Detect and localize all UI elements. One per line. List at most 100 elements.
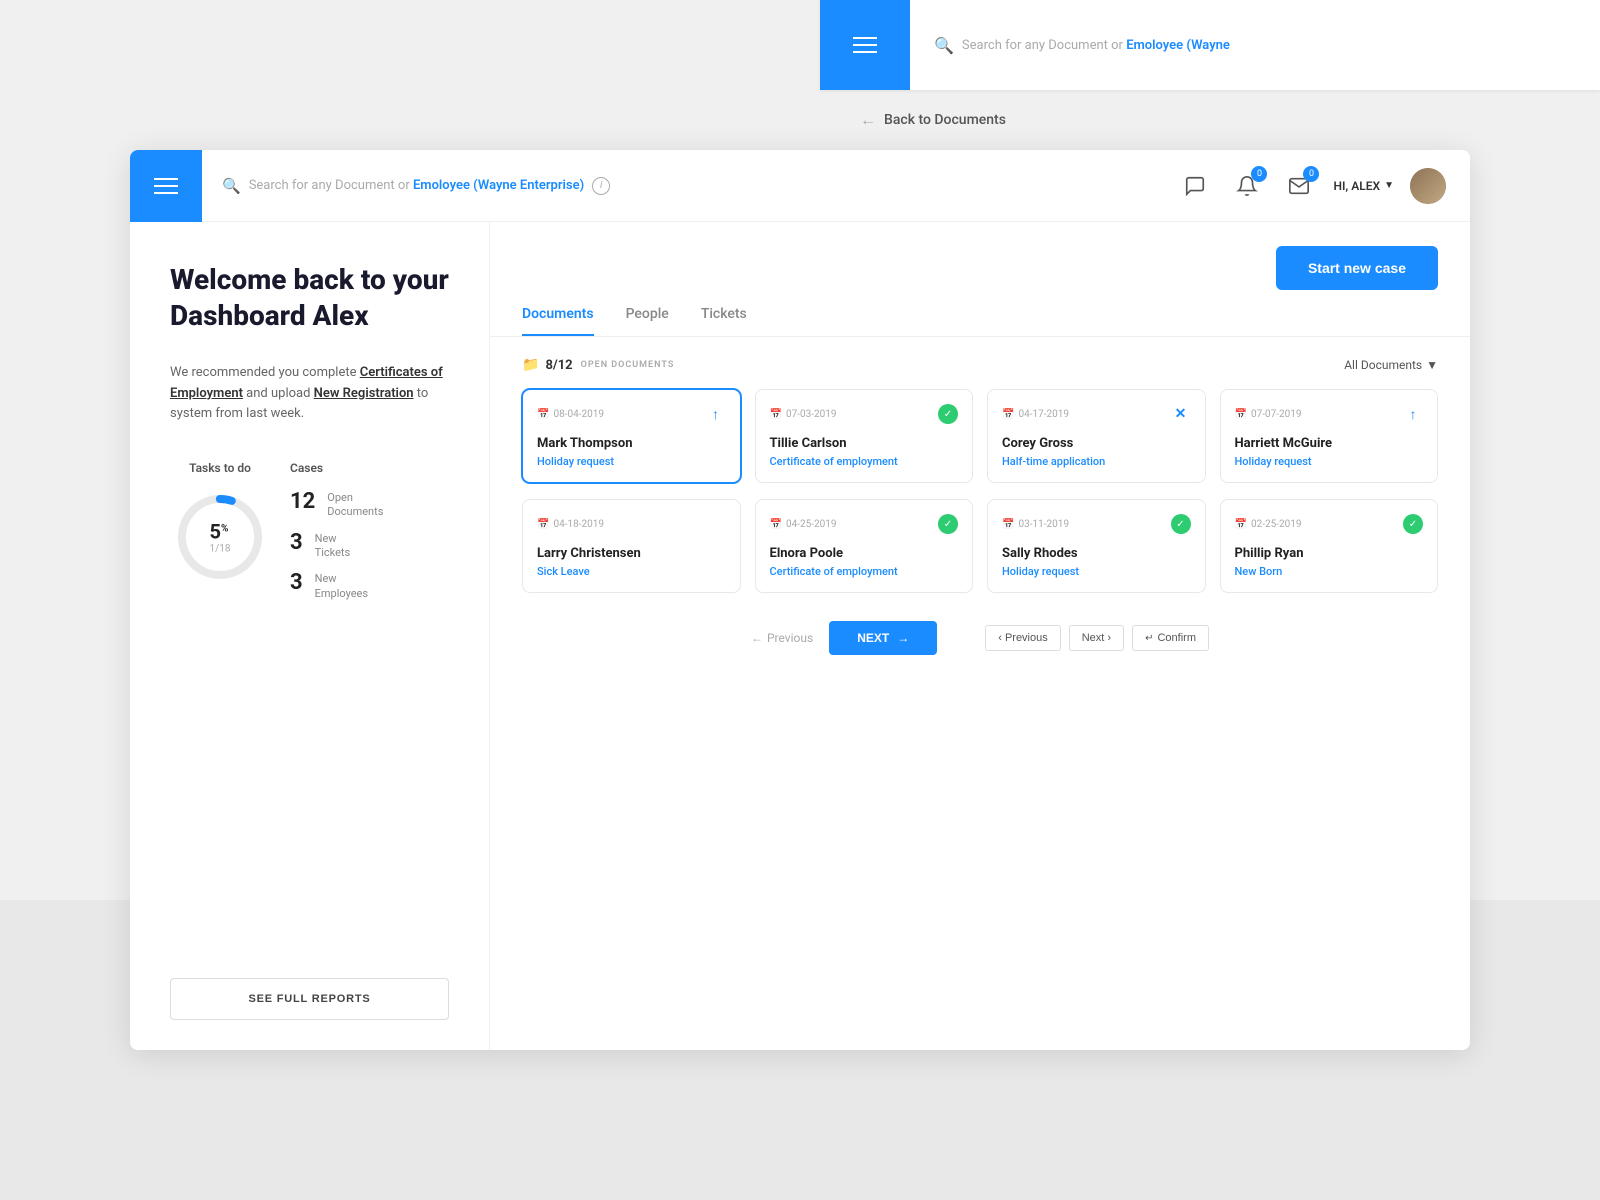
doc-card-corey-gross[interactable]: 📅 04-17-2019 ✕ Corey Gross Half-time app… — [987, 389, 1206, 483]
previous-link[interactable]: ← Previous — [751, 631, 813, 645]
pagination-row: ← Previous NEXT → ‹ Previous Next — [522, 609, 1438, 671]
search-bar[interactable]: 🔍 Search for any Document or Emoloyee (W… — [202, 177, 1153, 195]
info-icon[interactable]: i — [592, 177, 610, 195]
search-icon: 🔍 — [934, 36, 954, 55]
arrow-right-icon: › — [1107, 632, 1111, 644]
card-date: 📅 08-04-2019 — [537, 409, 604, 420]
user-menu[interactable]: HI, ALEX ▼ — [1333, 179, 1394, 193]
main-window: 🔍 Search for any Document or Emoloyee (W… — [130, 150, 1470, 1050]
upload-icon: ↑ — [1403, 404, 1423, 424]
doc-card-sally-rhodes[interactable]: 📅 03-11-2019 ✓ Sally Rhodes Holiday requ… — [987, 499, 1206, 593]
new-registration-link[interactable]: New Registration — [314, 386, 414, 401]
notifications-button[interactable]: 0 — [1229, 168, 1265, 204]
folder-icon: 📁 — [522, 357, 539, 373]
cards-row-2: 📅 04-18-2019 Larry Christensen Sick Leav… — [522, 499, 1438, 593]
doc-card-mark-thompson[interactable]: 📅 08-04-2019 ↑ Mark Thompson Holiday req… — [522, 389, 741, 483]
hamburger-icon — [154, 178, 178, 194]
docs-header: 📁 8/12 OPEN DOCUMENTS All Documents ▼ — [522, 357, 1438, 373]
card-type: Holiday request — [537, 455, 726, 468]
new-employees-stat: 3 New Employees — [290, 572, 449, 601]
check-icon: ✓ — [938, 514, 958, 534]
tasks-label: Tasks to do — [189, 461, 251, 475]
search-icon: 🔍 — [222, 177, 241, 195]
card-type: New Born — [1235, 565, 1424, 578]
open-docs-count: 12 — [290, 491, 315, 513]
tab-tickets[interactable]: Tickets — [701, 306, 747, 336]
card-name: Phillip Ryan — [1235, 546, 1424, 561]
doc-card-elnora-poole[interactable]: 📅 04-25-2019 ✓ Elnora Poole Certificate … — [755, 499, 974, 593]
check-icon: ✓ — [938, 404, 958, 424]
docs-count: 8/12 — [545, 358, 572, 373]
enter-icon: ↵ — [1145, 633, 1153, 644]
upload-icon: ↑ — [706, 404, 726, 424]
new-tickets-count: 3 — [290, 532, 303, 554]
arrow-left-icon: ← — [860, 110, 876, 130]
bell-badge: 0 — [1251, 166, 1267, 182]
card-type: Holiday request — [1235, 455, 1424, 468]
back-search-area[interactable]: 🔍 Search for any Document or Emoloyee (W… — [910, 36, 1600, 55]
arrow-left-icon: ← — [751, 631, 763, 645]
doc-card-tillie-carlson[interactable]: 📅 07-03-2019 ✓ Tillie Carlson Certificat… — [755, 389, 974, 483]
card-name: Harriett McGuire — [1235, 436, 1424, 451]
back-search-text: Search for any Document or Emoloyee (Way… — [962, 38, 1230, 53]
chevron-down-icon: ▼ — [1384, 180, 1394, 191]
doc-card-larry-christensen[interactable]: 📅 04-18-2019 Larry Christensen Sick Leav… — [522, 499, 741, 593]
back-to-documents[interactable]: ← Back to Documents — [860, 110, 1006, 130]
card-type: Sick Leave — [537, 565, 726, 578]
prev2-button[interactable]: ‹ Previous — [985, 625, 1061, 651]
welcome-title: Welcome back to your Dashboard Alex — [170, 262, 449, 335]
card-date: 📅 04-17-2019 — [1002, 409, 1069, 420]
card-type: Certificate of employment — [770, 455, 959, 468]
donut-chart: 5% 1/18 — [170, 487, 270, 587]
cases-label: Cases — [290, 461, 449, 475]
start-new-case-button[interactable]: Start new case — [1276, 246, 1438, 290]
new-tickets-stat: 3 New Tickets — [290, 532, 449, 561]
doc-card-harriett-mcguire[interactable]: 📅 07-07-2019 ↑ Harriett McGuire Holiday … — [1220, 389, 1439, 483]
welcome-description: We recommended you complete Certificates… — [170, 363, 449, 425]
arrow-right-icon: → — [897, 631, 909, 645]
back-menu-button[interactable] — [820, 0, 910, 90]
card-date: 📅 07-07-2019 — [1235, 409, 1302, 420]
see-reports-button[interactable]: SEE FULL REPORTS — [170, 978, 449, 1020]
tab-people[interactable]: People — [626, 306, 669, 336]
documents-area: 📁 8/12 OPEN DOCUMENTS All Documents ▼ — [490, 337, 1470, 1050]
right-top: Start new case — [490, 222, 1470, 290]
arrow-left-icon: ‹ — [998, 632, 1002, 644]
card-type: Half-time application — [1002, 455, 1191, 468]
mail-button[interactable]: 0 — [1281, 168, 1317, 204]
next-button[interactable]: NEXT → — [829, 621, 937, 655]
topbar: 🔍 Search for any Document or Emoloyee (W… — [130, 150, 1470, 222]
next2-button[interactable]: Next › — [1069, 625, 1124, 651]
topbar-actions: 0 0 HI, ALEX ▼ — [1153, 168, 1470, 204]
open-docs-desc: Open Documents — [327, 491, 383, 520]
card-name: Corey Gross — [1002, 436, 1191, 451]
card-date: 📅 03-11-2019 — [1002, 519, 1069, 530]
tasks-donut: Tasks to do 5% 1/18 — [170, 461, 270, 613]
docs-filter-dropdown[interactable]: All Documents ▼ — [1344, 358, 1438, 372]
card-type: Holiday request — [1002, 565, 1191, 578]
stats-section: Tasks to do 5% 1/18 — [170, 461, 449, 613]
tabs-row: Documents People Tickets — [490, 290, 1470, 337]
chevron-down-icon: ▼ — [1426, 358, 1438, 372]
cases-area: Cases 12 Open Documents 3 New Tickets — [290, 461, 449, 613]
card-type: Certificate of employment — [770, 565, 959, 578]
check-icon: ✓ — [1403, 514, 1423, 534]
doc-card-phillip-ryan[interactable]: 📅 02-25-2019 ✓ Phillip Ryan New Born — [1220, 499, 1439, 593]
card-date: 📅 04-18-2019 — [537, 519, 604, 530]
user-greeting-text: HI, ALEX — [1333, 179, 1380, 193]
confirm-button[interactable]: ↵ Confirm — [1132, 625, 1209, 651]
card-name: Tillie Carlson — [770, 436, 959, 451]
menu-button[interactable] — [130, 150, 202, 222]
tab-documents[interactable]: Documents — [522, 306, 594, 336]
chat-button[interactable] — [1177, 168, 1213, 204]
card-date: 📅 04-25-2019 — [770, 519, 837, 530]
main-content: Welcome back to your Dashboard Alex We r… — [130, 222, 1470, 1050]
none-icon — [706, 514, 726, 534]
avatar[interactable] — [1410, 168, 1446, 204]
check-icon: ✓ — [1171, 514, 1191, 534]
card-name: Sally Rhodes — [1002, 546, 1191, 561]
left-panel: Welcome back to your Dashboard Alex We r… — [130, 222, 490, 1050]
cards-row-1: 📅 08-04-2019 ↑ Mark Thompson Holiday req… — [522, 389, 1438, 483]
open-documents-stat: 12 Open Documents — [290, 491, 449, 520]
new-tickets-desc: New Tickets — [315, 532, 351, 561]
